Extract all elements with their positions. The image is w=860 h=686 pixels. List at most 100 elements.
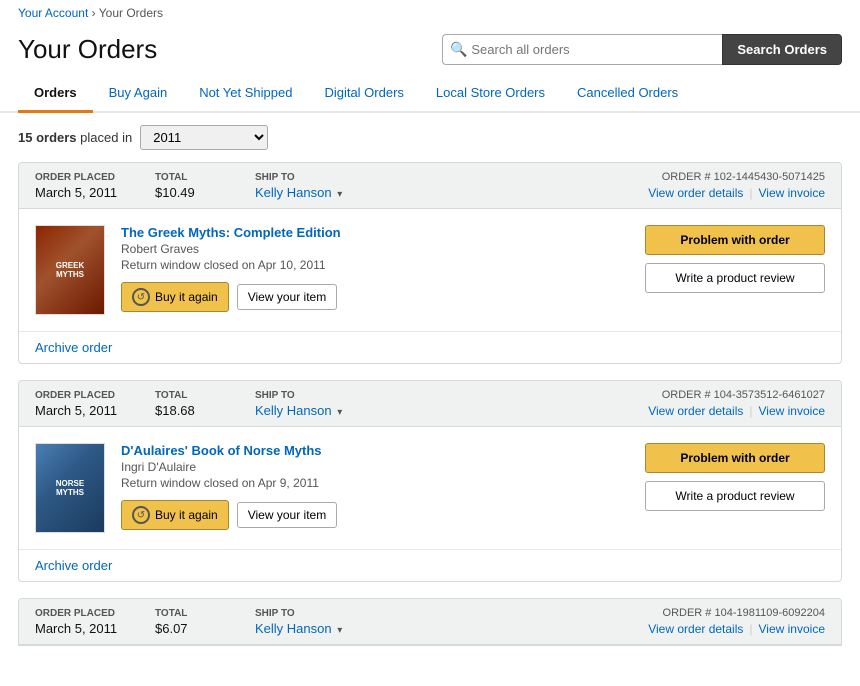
order-header: ORDER PLACED March 5, 2011 TOTAL $18.68 … [19, 381, 841, 427]
tab-buy-again[interactable]: Buy Again [93, 75, 184, 113]
book-author: Robert Graves [121, 242, 629, 256]
ship-to-link[interactable]: Kelly Hanson [255, 403, 332, 418]
book-cover-norse: NORSEMYTHS [36, 443, 104, 533]
order-placed-col: ORDER PLACED March 5, 2011 [35, 608, 155, 636]
order-placed-date: March 5, 2011 [35, 185, 155, 200]
order-number: ORDER # 102-1445430-5071425 [662, 171, 825, 183]
order-header-right: ORDER # 104-1981109-6092204 View order d… [648, 607, 825, 636]
order-item-actions: ↺ Buy it again View your item [121, 500, 629, 530]
search-input-wrapper: 🔍 [442, 34, 722, 65]
order-total-label: TOTAL [155, 608, 255, 619]
order-links: View order details | View invoice [648, 404, 825, 418]
search-orders-button[interactable]: Search Orders [722, 34, 842, 65]
breadcrumb-account-link[interactable]: Your Account [18, 6, 88, 20]
tab-cancelled-orders[interactable]: Cancelled Orders [561, 75, 694, 113]
order-placed-label: ORDER PLACED [35, 172, 155, 183]
order-header: ORDER PLACED March 5, 2011 TOTAL $10.49 … [19, 163, 841, 209]
ship-to-link[interactable]: Kelly Hanson [255, 621, 332, 636]
ship-to-dropdown-icon: ▾ [337, 407, 342, 418]
order-item-details: The Greek Myths: Complete Edition Robert… [121, 225, 629, 312]
buy-again-button[interactable]: ↺ Buy it again [121, 500, 229, 530]
year-selector[interactable]: 2011 2010 2009 last 30 days last 3 month… [140, 125, 268, 150]
ship-to-link[interactable]: Kelly Hanson [255, 185, 332, 200]
order-ship-label: SHIP TO [255, 608, 415, 619]
problem-with-order-button[interactable]: Problem with order [645, 443, 825, 473]
ship-to-dropdown-icon: ▾ [337, 625, 342, 636]
search-input[interactable] [442, 34, 722, 65]
view-invoice-link[interactable]: View invoice [759, 186, 825, 200]
order-total-col: TOTAL $18.68 [155, 390, 255, 418]
order-placed-col: ORDER PLACED March 5, 2011 [35, 172, 155, 200]
order-links: View order details | View invoice [648, 186, 825, 200]
order-links: View order details | View invoice [648, 622, 825, 636]
archive-row: Archive order [19, 331, 841, 363]
order-item-actions: ↺ Buy it again View your item [121, 282, 629, 312]
order-ship-label: SHIP TO [255, 390, 415, 401]
order-item-details: D'Aulaires' Book of Norse Myths Ingri D'… [121, 443, 629, 530]
orders-count: 15 orders placed in [18, 130, 132, 145]
order-number: ORDER # 104-3573512-6461027 [662, 389, 825, 401]
order-card: ORDER PLACED March 5, 2011 TOTAL $18.68 … [18, 380, 842, 582]
divider: | [749, 622, 752, 636]
order-header-right: ORDER # 102-1445430-5071425 View order d… [648, 171, 825, 200]
order-total-value: $10.49 [155, 185, 255, 200]
order-ship-col: SHIP TO Kelly Hanson ▾ [255, 172, 415, 200]
order-header: ORDER PLACED March 5, 2011 TOTAL $6.07 S… [19, 599, 841, 645]
order-placed-date: March 5, 2011 [35, 403, 155, 418]
cart-icon: ↺ [132, 288, 150, 306]
order-body: GREEKMYTHS The Greek Myths: Complete Edi… [19, 209, 841, 331]
view-order-details-link[interactable]: View order details [648, 186, 743, 200]
archive-order-link[interactable]: Archive order [35, 340, 112, 355]
ship-to-dropdown-icon: ▾ [337, 189, 342, 200]
page-header: Your Orders 🔍 Search Orders [0, 26, 860, 65]
archive-row: Archive order [19, 549, 841, 581]
order-placed-date: March 5, 2011 [35, 621, 155, 636]
problem-with-order-button[interactable]: Problem with order [645, 225, 825, 255]
view-order-details-link[interactable]: View order details [648, 404, 743, 418]
order-placed-label: ORDER PLACED [35, 390, 155, 401]
book-title-link[interactable]: The Greek Myths: Complete Edition [121, 225, 629, 240]
view-invoice-link[interactable]: View invoice [759, 622, 825, 636]
search-icon: 🔍 [450, 41, 467, 58]
order-number: ORDER # 104-1981109-6092204 [663, 607, 825, 619]
tabs-nav: Orders Buy Again Not Yet Shipped Digital… [0, 75, 860, 113]
breadcrumb-current: Your Orders [99, 6, 163, 20]
breadcrumb-separator: › [92, 6, 96, 20]
tab-local-store-orders[interactable]: Local Store Orders [420, 75, 561, 113]
order-ship-to[interactable]: Kelly Hanson ▾ [255, 403, 415, 418]
order-action-buttons: Problem with order Write a product revie… [645, 443, 825, 511]
order-total-col: TOTAL $6.07 [155, 608, 255, 636]
divider: | [749, 186, 752, 200]
write-review-button[interactable]: Write a product review [645, 481, 825, 511]
buy-again-button[interactable]: ↺ Buy it again [121, 282, 229, 312]
return-window: Return window closed on Apr 10, 2011 [121, 258, 629, 272]
order-total-col: TOTAL $10.49 [155, 172, 255, 200]
order-ship-to[interactable]: Kelly Hanson ▾ [255, 621, 415, 636]
search-bar: 🔍 Search Orders [442, 34, 842, 65]
view-item-button[interactable]: View your item [237, 502, 337, 528]
view-invoice-link[interactable]: View invoice [759, 404, 825, 418]
book-title-link[interactable]: D'Aulaires' Book of Norse Myths [121, 443, 629, 458]
order-placed-label: ORDER PLACED [35, 608, 155, 619]
tab-digital-orders[interactable]: Digital Orders [308, 75, 419, 113]
book-cover-greek: GREEKMYTHS [36, 225, 104, 315]
order-total-label: TOTAL [155, 390, 255, 401]
tab-not-yet-shipped[interactable]: Not Yet Shipped [183, 75, 308, 113]
order-header-right: ORDER # 104-3573512-6461027 View order d… [648, 389, 825, 418]
orders-summary: 15 orders placed in 2011 2010 2009 last … [0, 113, 860, 162]
write-review-button[interactable]: Write a product review [645, 263, 825, 293]
archive-order-link[interactable]: Archive order [35, 558, 112, 573]
order-book-image: NORSEMYTHS [35, 443, 105, 533]
order-ship-to[interactable]: Kelly Hanson ▾ [255, 185, 415, 200]
view-item-button[interactable]: View your item [237, 284, 337, 310]
tab-orders[interactable]: Orders [18, 75, 93, 113]
order-total-label: TOTAL [155, 172, 255, 183]
cart-icon: ↺ [132, 506, 150, 524]
return-window: Return window closed on Apr 9, 2011 [121, 476, 629, 490]
view-order-details-link[interactable]: View order details [648, 622, 743, 636]
order-ship-col: SHIP TO Kelly Hanson ▾ [255, 390, 415, 418]
order-placed-col: ORDER PLACED March 5, 2011 [35, 390, 155, 418]
order-book-image: GREEKMYTHS [35, 225, 105, 315]
order-ship-label: SHIP TO [255, 172, 415, 183]
order-card: ORDER PLACED March 5, 2011 TOTAL $10.49 … [18, 162, 842, 364]
